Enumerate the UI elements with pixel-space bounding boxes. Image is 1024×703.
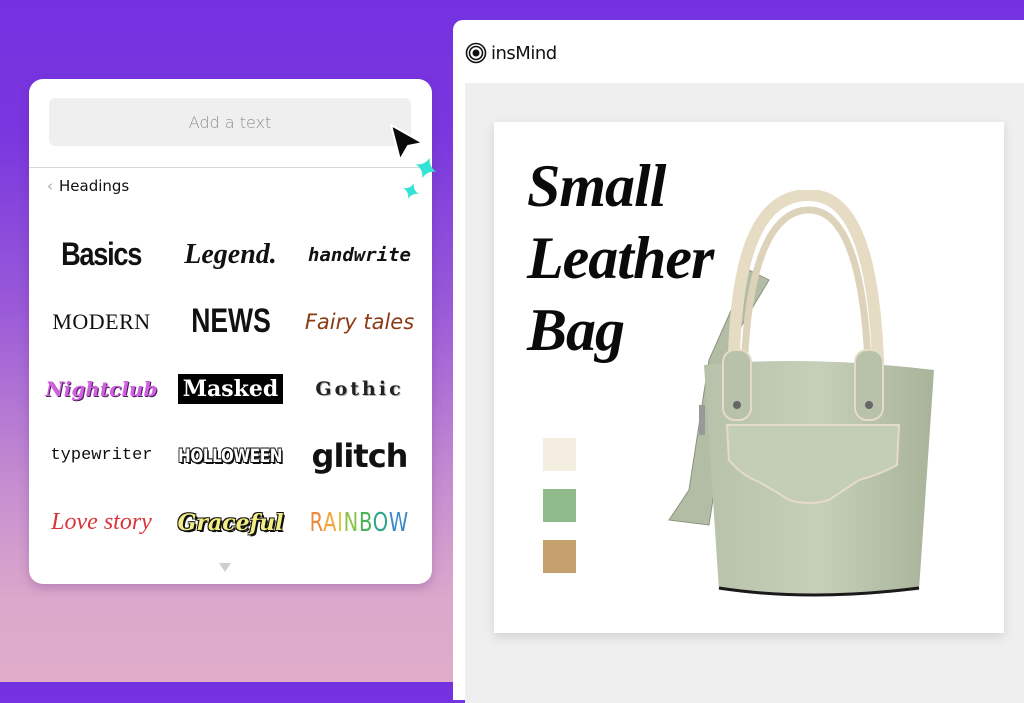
rainbow-letter: W: [389, 507, 410, 538]
rainbow-letter: B: [359, 507, 374, 538]
style-label: Legend.: [184, 238, 277, 270]
text-style-glitch[interactable]: glitch: [297, 422, 422, 489]
text-style-masked[interactable]: Masked: [168, 355, 293, 422]
style-label: NEWS: [190, 302, 271, 340]
headings-back-link[interactable]: ‹ Headings: [47, 177, 129, 195]
brand-logo[interactable]: insMind: [465, 42, 557, 64]
divider: [29, 167, 432, 168]
canvas-area[interactable]: Small Leather Bag: [465, 83, 1024, 703]
sparkle-icon: [415, 157, 437, 179]
style-label: Masked: [177, 373, 284, 404]
style-label: Nightclub: [45, 376, 158, 401]
add-text-button[interactable]: Add a text: [49, 98, 411, 146]
style-label: HOLLOWEEN: [178, 444, 283, 467]
color-swatch-sage-green[interactable]: [543, 489, 576, 522]
text-style-graceful[interactable]: Graceful: [168, 489, 293, 556]
text-style-basics[interactable]: Basics: [39, 221, 164, 288]
text-style-grid: Basics Legend. handwrite MODERN NEWS Fai…: [39, 221, 422, 556]
text-style-holloween[interactable]: HOLLOWEEN: [168, 422, 293, 489]
insmind-logo-icon: [465, 42, 487, 64]
text-style-love-story[interactable]: Love story: [39, 489, 164, 556]
artboard[interactable]: Small Leather Bag: [494, 122, 1004, 633]
text-panel: Add a text ‹ Headings Basics Legend. han…: [29, 79, 432, 584]
color-swatch-tan[interactable]: [543, 540, 576, 573]
style-label: Graceful: [177, 509, 284, 536]
triangle-down-icon[interactable]: [219, 563, 231, 572]
text-style-rainbow[interactable]: RAINBOW: [297, 489, 422, 556]
style-label: RAINBOW: [310, 508, 409, 538]
rainbow-letter: O: [373, 507, 390, 538]
style-label: handwrite: [308, 243, 411, 266]
text-style-fairy-tales[interactable]: Fairy tales: [297, 288, 422, 355]
text-style-modern[interactable]: MODERN: [39, 288, 164, 355]
section-title: Headings: [59, 177, 130, 195]
style-label: glitch: [311, 436, 409, 475]
rainbow-letter: A: [323, 507, 338, 538]
text-style-gothic[interactable]: Gothic: [297, 355, 422, 422]
style-label: MODERN: [52, 308, 151, 334]
rainbow-letter: R: [309, 507, 324, 538]
style-label: Love story: [51, 509, 152, 535]
product-bag-image[interactable]: [649, 190, 949, 610]
chevron-left-icon: ‹: [47, 177, 53, 195]
style-label: Gothic: [315, 377, 404, 400]
text-style-handwrite[interactable]: handwrite: [297, 221, 422, 288]
style-label: Basics: [61, 236, 142, 272]
sparkle-icon: [403, 183, 419, 199]
rainbow-letter: N: [343, 507, 360, 538]
style-label: typewriter: [50, 446, 153, 465]
text-style-typewriter[interactable]: typewriter: [39, 422, 164, 489]
editor-window: insMind Small Leather Bag: [453, 20, 1024, 703]
text-style-legend[interactable]: Legend.: [168, 221, 293, 288]
text-style-nightclub[interactable]: Nightclub: [39, 355, 164, 422]
brand-name: insMind: [491, 42, 557, 64]
text-style-news[interactable]: NEWS: [168, 288, 293, 355]
color-swatch-cream[interactable]: [543, 438, 576, 471]
style-label: Fairy tales: [304, 309, 415, 334]
